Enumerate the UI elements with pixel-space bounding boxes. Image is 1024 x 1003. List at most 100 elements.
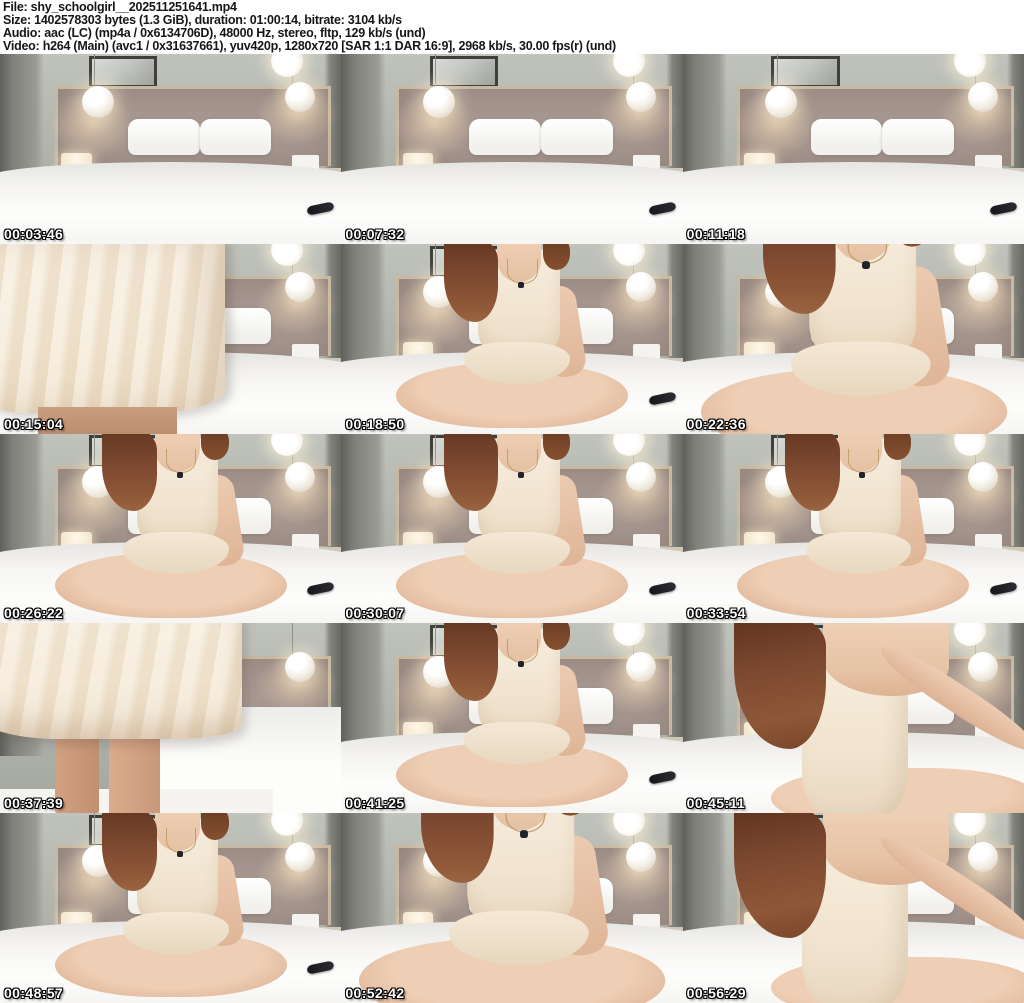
video-thumbnail: 00:07:32 [341, 54, 683, 244]
video-thumbnail: 00:33:54 [682, 433, 1024, 624]
thumbnail-scene [0, 243, 342, 434]
pendant-lamp-icon [967, 82, 998, 113]
video-thumbnail: 00:22:36 [682, 243, 1024, 434]
thumbnail-scene [682, 54, 1024, 244]
video-thumbnail: 00:03:46 [0, 54, 342, 244]
figure-silhouette [0, 433, 341, 624]
scene-layer [884, 433, 912, 461]
video-thumbnail: 00:15:04 [0, 243, 342, 434]
thumbnail-scene [682, 813, 1024, 1003]
contact-sheet: File: shy_schoolgirl__202511251641.mp4 S… [0, 0, 1024, 1003]
video-thumbnail: 00:18:50 [341, 243, 683, 434]
picture-frame [430, 55, 499, 89]
timestamp-overlay: 00:30:07 [345, 605, 405, 622]
scene-layer [520, 830, 529, 839]
pendant-lamp-icon [764, 86, 797, 119]
thumbnail-scene [0, 623, 342, 814]
scene-layer [201, 813, 229, 840]
pillow [541, 118, 613, 155]
timestamp-overlay: 00:56:29 [686, 985, 746, 1001]
scene-layer [542, 623, 570, 650]
video-thumbnail: 00:52:42 [341, 813, 683, 1003]
thumbnail-scene [0, 813, 342, 1003]
timestamp-overlay: 00:26:22 [4, 605, 64, 622]
video-thumbnail: 00:45:11 [682, 623, 1024, 814]
thumbnail-scene [682, 243, 1024, 434]
pillow [810, 118, 883, 155]
figure-silhouette [683, 623, 1024, 814]
pillow [469, 118, 541, 155]
video-thumbnail: 00:56:29 [682, 813, 1024, 1003]
figure-hair [733, 813, 826, 939]
fabric-closeup [0, 243, 226, 413]
figure-hair [102, 433, 157, 512]
scene-layer [109, 729, 161, 814]
pillow [882, 118, 954, 155]
scene-layer [176, 851, 183, 858]
video-thumbnail: 00:37:39 [0, 623, 342, 814]
timestamp-overlay: 00:41:25 [345, 795, 405, 812]
scene-layer [518, 471, 525, 478]
thumbnail-grid: 00:03:46 00:07:32 00:11:18 00:15:04 00:18:50… [0, 54, 1024, 1003]
figure-hair [443, 433, 499, 512]
figure-hair [443, 243, 499, 322]
figure-silhouette [341, 813, 682, 1003]
video-info-line: Video: h264 (Main) (avc1 / 0x31637661), … [3, 39, 616, 54]
thumbnail-scene [682, 623, 1024, 814]
scene-layer [518, 661, 525, 668]
figure-hair [443, 623, 499, 702]
pendant-lamp-icon [81, 86, 114, 119]
timestamp-overlay: 00:22:36 [686, 415, 746, 432]
thumbnail-scene [682, 433, 1024, 624]
scene-layer [176, 471, 183, 478]
fabric-closeup [0, 623, 243, 740]
figure-hair [733, 623, 826, 749]
video-thumbnail: 00:30:07 [341, 433, 683, 624]
timestamp-overlay: 00:03:46 [4, 225, 64, 242]
scene-layer [518, 281, 525, 288]
scene-layer [859, 471, 866, 478]
scene-layer [201, 433, 229, 461]
figure-silhouette [0, 813, 341, 1003]
pillow [127, 118, 200, 155]
timestamp-overlay: 00:18:50 [345, 415, 405, 432]
figure-silhouette [683, 813, 1024, 1003]
timestamp-overlay: 00:11:18 [686, 225, 746, 242]
figure-silhouette [683, 243, 1024, 434]
scene-layer [506, 258, 538, 284]
scene-layer [542, 433, 570, 461]
thumbnail-scene [0, 54, 342, 244]
timestamp-overlay: 00:52:42 [345, 985, 405, 1001]
video-thumbnail: 00:48:57 [0, 813, 342, 1003]
file-info-header: File: shy_schoolgirl__202511251641.mp4 S… [0, 0, 1024, 54]
pendant-lamp-icon [285, 651, 315, 682]
scene-layer [861, 260, 870, 269]
thumbnail-scene [341, 623, 683, 814]
thumbnail-scene [341, 433, 683, 624]
timestamp-overlay: 00:15:04 [4, 415, 64, 432]
thumbnail-scene [341, 54, 683, 244]
figure-silhouette [341, 243, 682, 434]
thumbnail-scene [341, 243, 683, 434]
timestamp-overlay: 00:48:57 [4, 985, 64, 1001]
timestamp-overlay: 00:45:11 [686, 795, 746, 812]
figure-hair [785, 433, 840, 512]
figure-silhouette [683, 433, 1024, 624]
scene-layer [165, 828, 197, 854]
pillow [199, 118, 272, 155]
timestamp-overlay: 00:33:54 [686, 605, 746, 622]
picture-frame [771, 55, 840, 89]
timestamp-overlay: 00:37:39 [4, 795, 64, 812]
video-thumbnail: 00:26:22 [0, 433, 342, 624]
scene-layer [506, 638, 538, 664]
figure-hair [102, 813, 157, 892]
figure-silhouette [341, 623, 682, 813]
thumbnail-scene [0, 433, 342, 624]
timestamp-overlay: 00:07:32 [345, 225, 405, 242]
thumbnail-scene [341, 813, 683, 1003]
video-thumbnail: 00:41:25 [341, 623, 683, 814]
scene-layer [506, 448, 538, 474]
picture-frame [88, 55, 157, 89]
video-thumbnail: 00:11:18 [682, 54, 1024, 244]
figure-silhouette [341, 433, 682, 624]
